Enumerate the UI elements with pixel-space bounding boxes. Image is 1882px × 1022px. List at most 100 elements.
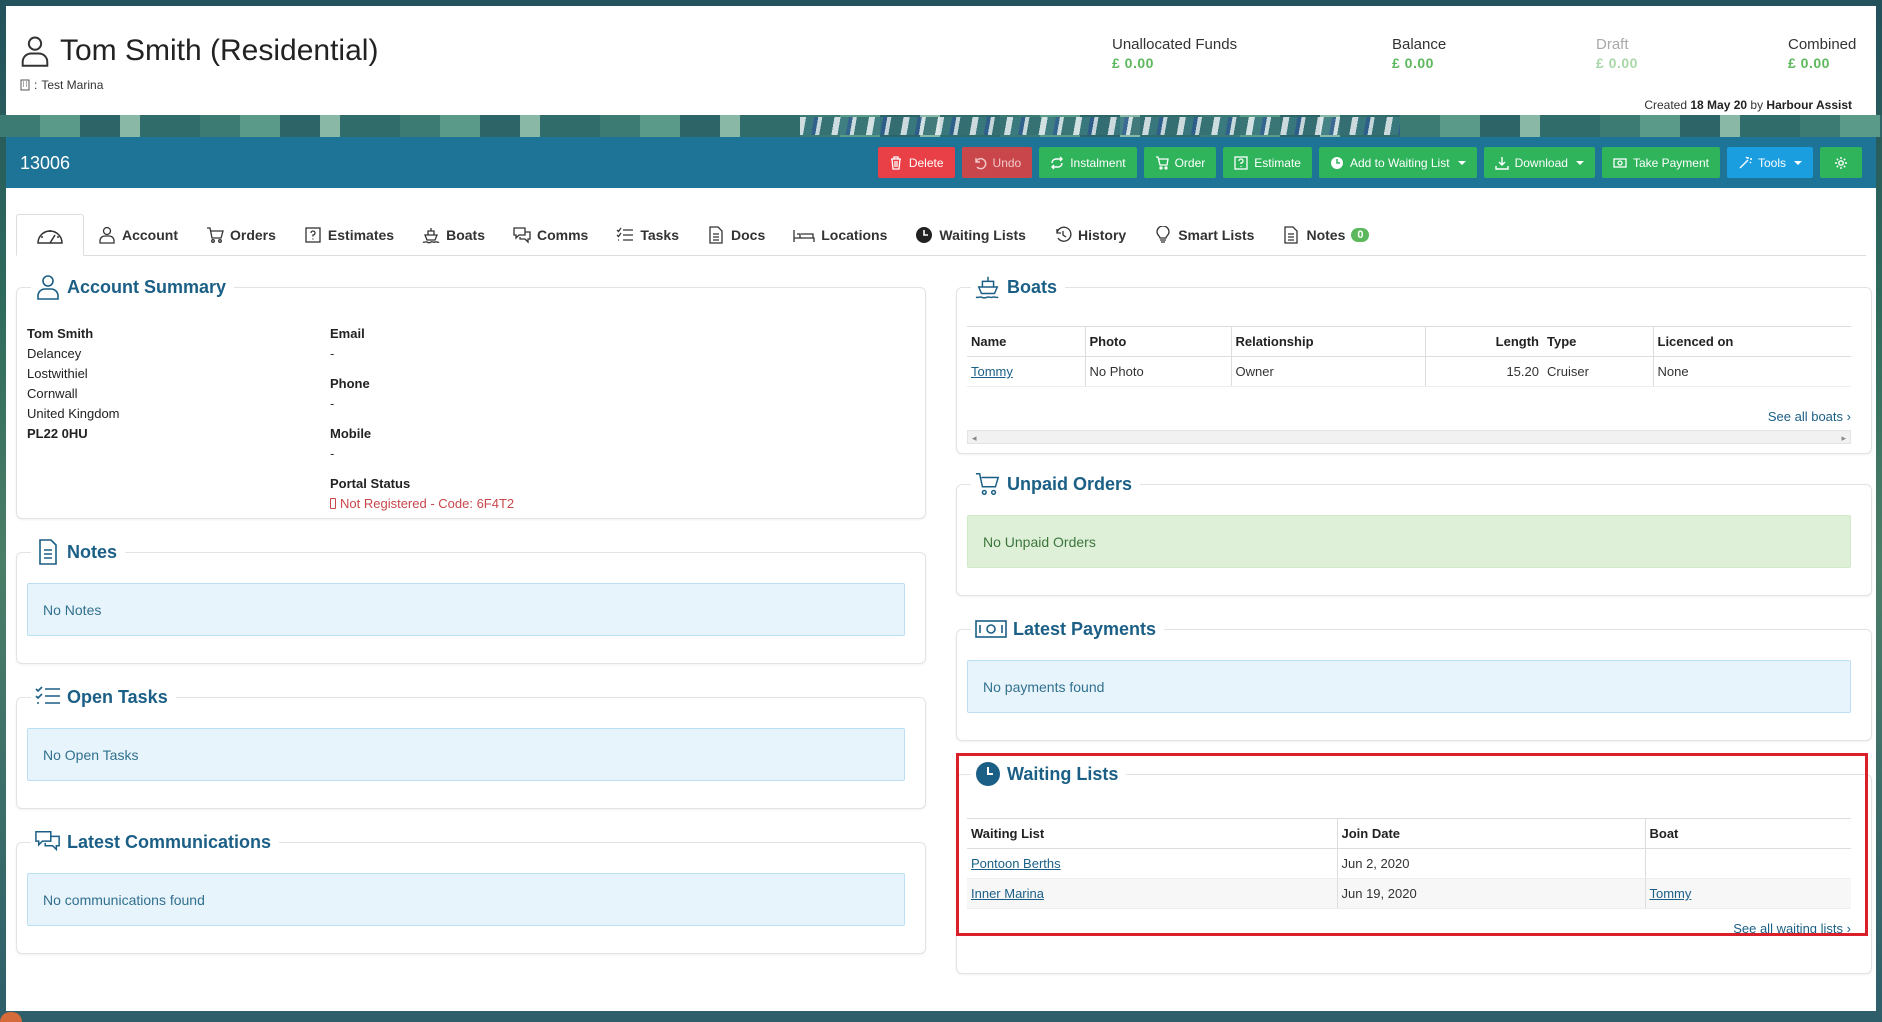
question-box-icon bbox=[305, 226, 321, 243]
dashboard-icon bbox=[37, 230, 63, 244]
order-label: Order bbox=[1174, 155, 1206, 170]
account-number: 13006 bbox=[20, 153, 71, 173]
marina-prefix: : bbox=[34, 78, 38, 92]
tab-dashboard[interactable] bbox=[16, 214, 84, 256]
tab-smart-lists[interactable]: Smart Lists bbox=[1140, 214, 1268, 255]
phone-label: Phone bbox=[330, 376, 370, 391]
money-icon bbox=[1613, 157, 1627, 168]
order-button[interactable]: Order bbox=[1143, 147, 1217, 178]
tab-orders[interactable]: Orders bbox=[192, 214, 290, 255]
tab-docs[interactable]: Docs bbox=[693, 214, 779, 255]
panel-title: Open Tasks bbox=[31, 684, 176, 710]
tab-locations[interactable]: Locations bbox=[779, 214, 901, 255]
created-by: Harbour Assist bbox=[1766, 98, 1852, 112]
account-header: Tom Smith (Residential) : Test Marina Un… bbox=[6, 6, 1876, 115]
take-payment-button[interactable]: Take Payment bbox=[1601, 147, 1720, 178]
see-all-boats-link[interactable]: See all boats › bbox=[1768, 409, 1851, 424]
latest-comms-panel: Latest Communications No communications … bbox=[16, 829, 926, 954]
estimate-label: Estimate bbox=[1254, 155, 1301, 170]
notes-panel: Notes No Notes bbox=[16, 539, 926, 664]
stat-value: £ 0.00 bbox=[1788, 55, 1830, 71]
action-buttons: Delete Undo Instalment Order Estimate Ad… bbox=[877, 147, 1862, 178]
lightbulb-icon bbox=[1156, 225, 1170, 243]
alert-text: No Open Tasks bbox=[43, 746, 139, 763]
marina-docks-image bbox=[800, 117, 1400, 135]
highlight-box bbox=[956, 753, 1868, 936]
tab-label: Smart Lists bbox=[1178, 226, 1255, 243]
instalment-button[interactable]: Instalment bbox=[1039, 147, 1137, 178]
page-title: Tom Smith (Residential) bbox=[20, 34, 378, 68]
add-to-waiting-list-button[interactable]: Add to Waiting List bbox=[1318, 147, 1477, 178]
stat-label: Unallocated Funds bbox=[1112, 36, 1238, 53]
gear-icon bbox=[1835, 156, 1847, 169]
stat-unallocated-funds: Unallocated Funds £ 0.00 bbox=[1112, 36, 1237, 71]
email-value: - bbox=[330, 346, 335, 361]
document-icon bbox=[709, 225, 723, 244]
panel-title-text: Boats bbox=[1007, 276, 1058, 297]
money-icon bbox=[975, 620, 1007, 638]
table-cell: Owner bbox=[1230, 356, 1425, 387]
scroll-right-icon: ▸ bbox=[1841, 433, 1846, 443]
tab-label: Notes bbox=[1306, 226, 1346, 243]
column-header: Relationship bbox=[1230, 326, 1425, 357]
history-icon bbox=[1056, 226, 1072, 242]
account-summary-panel: Account Summary Tom Smith Delancey Lostw… bbox=[16, 274, 926, 519]
caret-down-icon bbox=[1575, 160, 1584, 165]
tab-account[interactable]: Account bbox=[84, 214, 192, 255]
boats-table-wrapper: Name Photo Relationship Length Type Lice… bbox=[967, 326, 1851, 387]
cart-icon bbox=[975, 473, 1000, 495]
portal-status-text: Not Registered - Code: 6F4T2 bbox=[340, 496, 515, 511]
address-block: Tom Smith Delancey Lostwithiel Cornwall … bbox=[27, 324, 120, 444]
settings-button[interactable] bbox=[1820, 147, 1862, 178]
tab-tasks[interactable]: Tasks bbox=[602, 214, 693, 255]
table-header-row: Name Photo Relationship Length Type Lice… bbox=[967, 326, 1851, 357]
email-label: Email bbox=[330, 326, 365, 341]
panel-title: Account Summary bbox=[31, 274, 235, 300]
phone-value: - bbox=[330, 396, 335, 411]
document-icon bbox=[1284, 225, 1299, 244]
cart-icon bbox=[207, 226, 224, 243]
delete-button[interactable]: Delete bbox=[877, 147, 955, 178]
user-icon bbox=[37, 275, 59, 300]
stat-draft: Draft £ 0.00 bbox=[1596, 36, 1638, 71]
tab-bar: Account Orders Estimates Boats Comms Tas… bbox=[16, 214, 1866, 256]
created-by-prefix: by bbox=[1747, 98, 1767, 112]
column-header: Type bbox=[1543, 326, 1653, 357]
wand-icon bbox=[1739, 156, 1752, 168]
tab-waiting-lists[interactable]: Waiting Lists bbox=[901, 214, 1040, 255]
tools-button[interactable]: Tools bbox=[1726, 147, 1813, 178]
tab-notes[interactable]: Notes 0 bbox=[1268, 214, 1383, 255]
tab-history[interactable]: History bbox=[1040, 214, 1140, 255]
repeat-icon bbox=[1051, 156, 1064, 169]
undo-button[interactable]: Undo bbox=[961, 147, 1033, 178]
panel-title-text: Latest Communications bbox=[67, 831, 272, 852]
tab-label: Tasks bbox=[640, 226, 680, 243]
tab-estimates[interactable]: Estimates bbox=[290, 214, 408, 255]
user-icon bbox=[21, 36, 49, 67]
comments-icon bbox=[35, 831, 60, 852]
document-icon bbox=[39, 539, 57, 565]
chevron-right-icon: › bbox=[1846, 409, 1851, 424]
panel-title-text: Open Tasks bbox=[67, 686, 168, 707]
panel-title-text: Latest Payments bbox=[1013, 618, 1157, 639]
tab-boats[interactable]: Boats bbox=[408, 214, 499, 255]
table-row: Tommy No Photo Owner 15.20 Cruiser None bbox=[967, 356, 1851, 387]
background-aerial-strip bbox=[0, 115, 1882, 137]
postcode: PL22 0HU bbox=[27, 426, 88, 441]
panel-title: Unpaid Orders bbox=[971, 471, 1141, 497]
scroll-left-icon: ◂ bbox=[972, 433, 977, 443]
panel-title: Notes bbox=[31, 539, 126, 565]
caret-down-icon bbox=[1457, 160, 1466, 165]
boats-table-scrollbar[interactable]: ◂ ▸ bbox=[967, 430, 1851, 444]
contact-block: Email - Phone - Mobile - Portal Status N… bbox=[330, 324, 514, 514]
boat-icon bbox=[422, 227, 440, 243]
estimate-button[interactable]: Estimate bbox=[1223, 147, 1312, 178]
download-button[interactable]: Download bbox=[1483, 147, 1595, 178]
stat-label: Combined bbox=[1788, 36, 1857, 53]
mobile-phone-icon bbox=[330, 498, 336, 509]
tab-comms[interactable]: Comms bbox=[499, 214, 602, 255]
created-prefix: Created bbox=[1644, 98, 1691, 112]
alert-text: No Unpaid Orders bbox=[983, 533, 1096, 550]
column-header: Licenced on bbox=[1652, 326, 1851, 357]
boat-link[interactable]: Tommy bbox=[971, 364, 1013, 379]
